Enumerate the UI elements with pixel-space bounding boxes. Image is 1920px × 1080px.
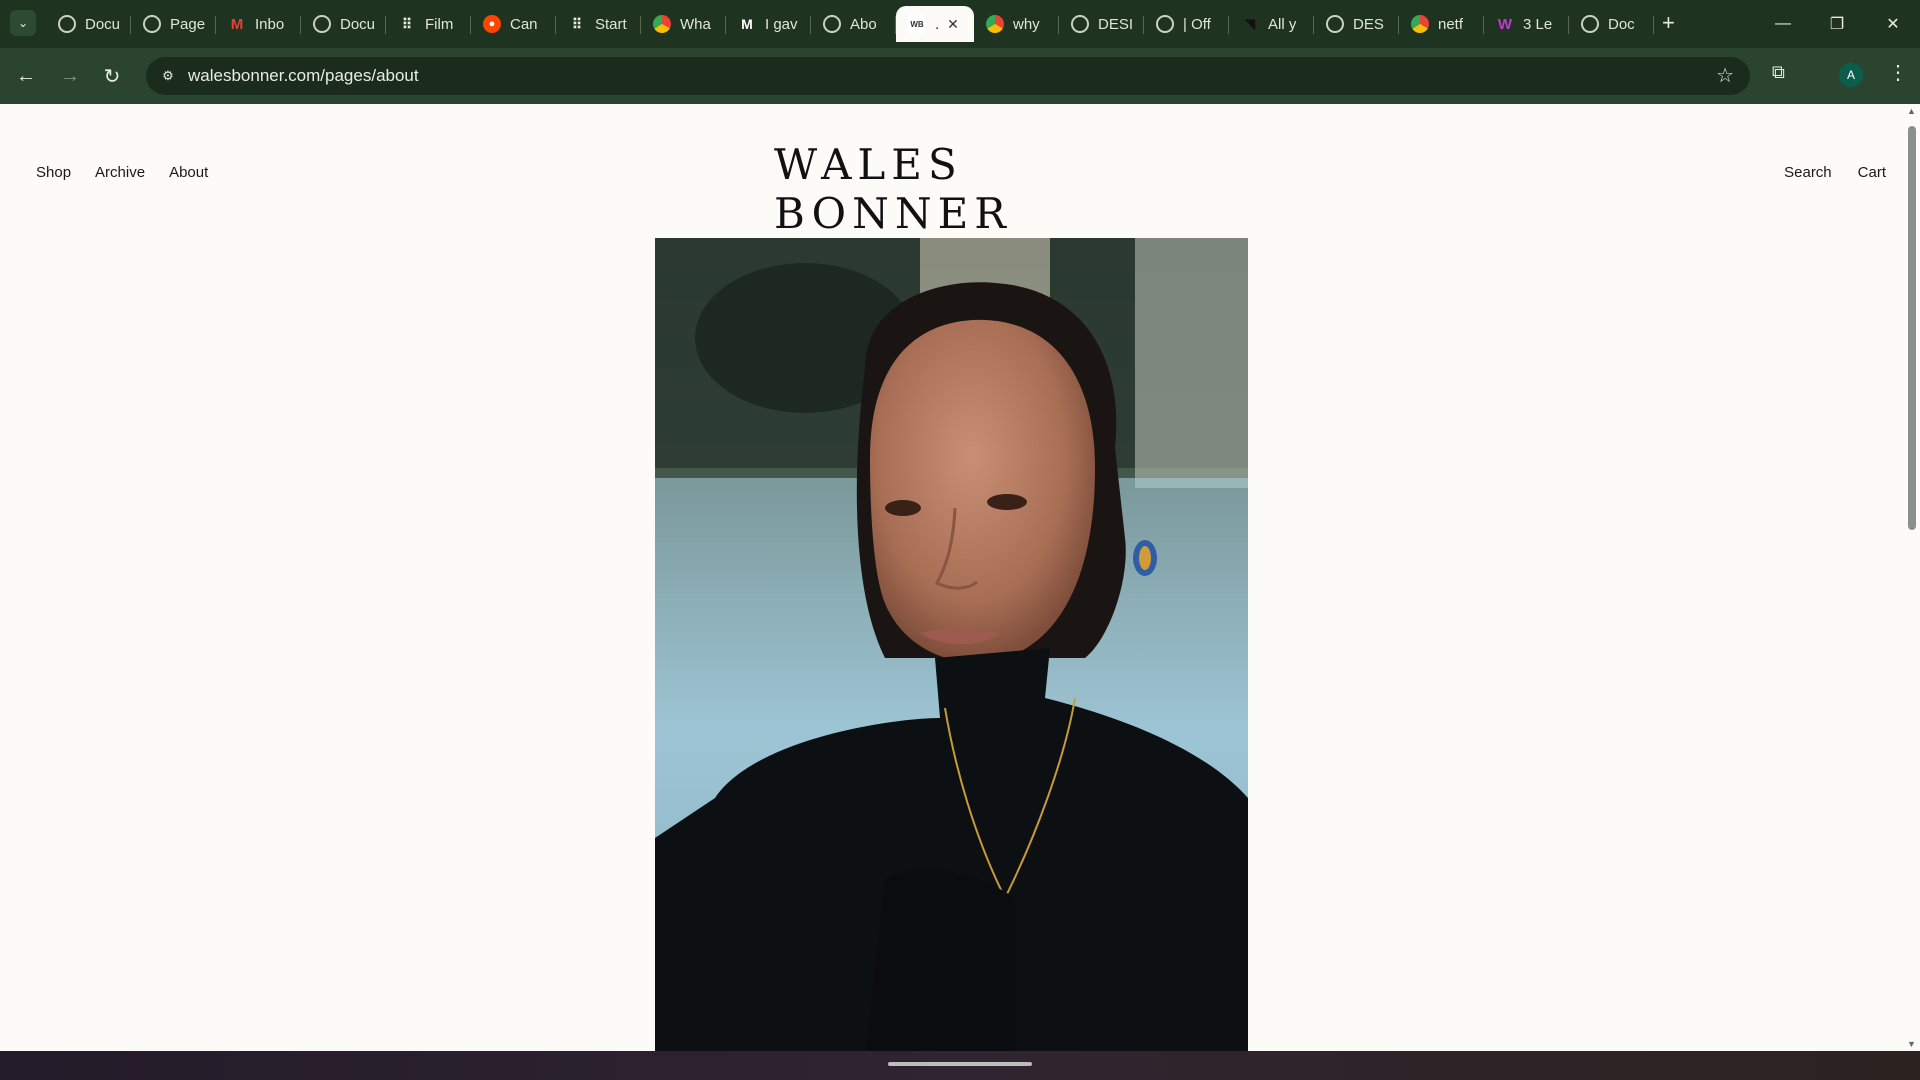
primary-nav: Shop Archive About <box>36 164 208 181</box>
w3-icon: W <box>1497 15 1513 33</box>
globe-icon <box>58 15 76 33</box>
tab[interactable]: Doc <box>1569 6 1654 42</box>
tab[interactable]: DESI <box>1059 6 1144 42</box>
reddit-icon: ● <box>483 15 501 33</box>
forward-arrow-icon[interactable]: → <box>56 62 84 90</box>
medium-icon: M <box>741 16 753 32</box>
extensions-icon[interactable]: ⧉ <box>1772 62 1785 83</box>
url-text[interactable]: walesbonner.com/pages/about <box>188 66 419 86</box>
close-window-icon[interactable]: ✕ <box>1866 0 1920 48</box>
tab-list: Docu Page M Inbo Docu ⠿ Film ● Can ⠿ Start W… <box>46 6 1654 42</box>
tab[interactable]: Abo <box>811 6 896 42</box>
minimize-icon[interactable]: — <box>1756 0 1810 48</box>
flag-icon: ◥ <box>1245 16 1255 31</box>
page-scrollbar[interactable]: ▲ ▼ <box>1904 104 1920 1051</box>
globe-icon <box>823 15 841 33</box>
portrait-photo <box>655 238 1248 1051</box>
address-bar[interactable]: ⚙ walesbonner.com/pages/about ☆ <box>146 57 1750 95</box>
nav-about-link[interactable]: About <box>169 164 208 181</box>
close-tab-icon[interactable]: ✕ <box>947 16 959 33</box>
home-indicator[interactable] <box>888 1062 1032 1066</box>
tab[interactable]: ⠿ Film <box>386 6 471 42</box>
tab[interactable]: why <box>974 6 1059 42</box>
tab-strip: ⌄ Docu Page M Inbo Docu ⠿ Film ● Can ⠿ Start… <box>0 0 1920 48</box>
nav-shop-link[interactable]: Shop <box>36 164 71 181</box>
reload-icon[interactable]: ↻ <box>98 62 126 90</box>
google-icon <box>1411 15 1429 33</box>
tab[interactable]: ⠿ Start <box>556 6 641 42</box>
tab[interactable]: MI gav <box>726 6 811 42</box>
scroll-down-arrow-icon[interactable]: ▼ <box>1907 1039 1916 1049</box>
site-info-icon[interactable]: ⚙ <box>156 64 180 88</box>
tab[interactable]: DES <box>1314 6 1399 42</box>
system-taskbar <box>0 1051 1920 1080</box>
google-icon <box>986 15 1004 33</box>
tab[interactable]: | Off <box>1144 6 1229 42</box>
globe-icon <box>143 15 161 33</box>
tab[interactable]: Docu <box>301 6 386 42</box>
grid-icon: ⠿ <box>571 15 583 32</box>
grid-icon: ⠿ <box>401 15 413 32</box>
nav-cart-link[interactable]: Cart <box>1858 164 1886 181</box>
tab[interactable]: netf <box>1399 6 1484 42</box>
globe-icon <box>1156 15 1174 33</box>
tab[interactable]: M Inbo <box>216 6 301 42</box>
scroll-up-arrow-icon[interactable]: ▲ <box>1907 106 1916 116</box>
nav-archive-link[interactable]: Archive <box>95 164 145 181</box>
profile-avatar[interactable]: A <box>1839 63 1863 87</box>
new-tab-plus-icon[interactable]: + <box>1662 10 1675 36</box>
back-arrow-icon[interactable]: ← <box>12 62 40 90</box>
restore-icon[interactable]: ❐ <box>1810 0 1864 48</box>
chrome-icon <box>653 15 671 33</box>
wales-bonner-favicon-icon: WB <box>908 15 926 33</box>
globe-icon <box>313 15 331 33</box>
globe-icon <box>1581 15 1599 33</box>
tab[interactable]: ◥ All y <box>1229 6 1314 42</box>
tab-search-chevron-icon[interactable]: ⌄ <box>10 10 36 36</box>
tab[interactable]: Wha <box>641 6 726 42</box>
tab[interactable]: ● Can <box>471 6 556 42</box>
globe-icon <box>1326 15 1344 33</box>
utility-nav: Search Cart <box>1784 164 1886 181</box>
page-viewport: Shop Archive About WALES BONNER Search C… <box>0 104 1920 1051</box>
scroll-thumb[interactable] <box>1908 126 1916 530</box>
tab[interactable]: Page <box>131 6 216 42</box>
gmail-icon: M <box>230 15 244 33</box>
browser-toolbar: ← → ↻ ⚙ walesbonner.com/pages/about ☆ <box>0 48 1920 104</box>
tab[interactable]: W3 Le <box>1484 6 1569 42</box>
tab[interactable]: Docu <box>46 6 131 42</box>
nav-search-link[interactable]: Search <box>1784 164 1832 181</box>
bookmark-star-icon[interactable]: ☆ <box>1716 63 1734 88</box>
browser-menu-icon[interactable]: ⋮ <box>1888 60 1908 85</box>
globe-icon <box>1071 15 1089 33</box>
tab-active[interactable]: WB. ✕ <box>896 6 974 42</box>
site-logo[interactable]: WALES BONNER <box>774 140 1154 238</box>
